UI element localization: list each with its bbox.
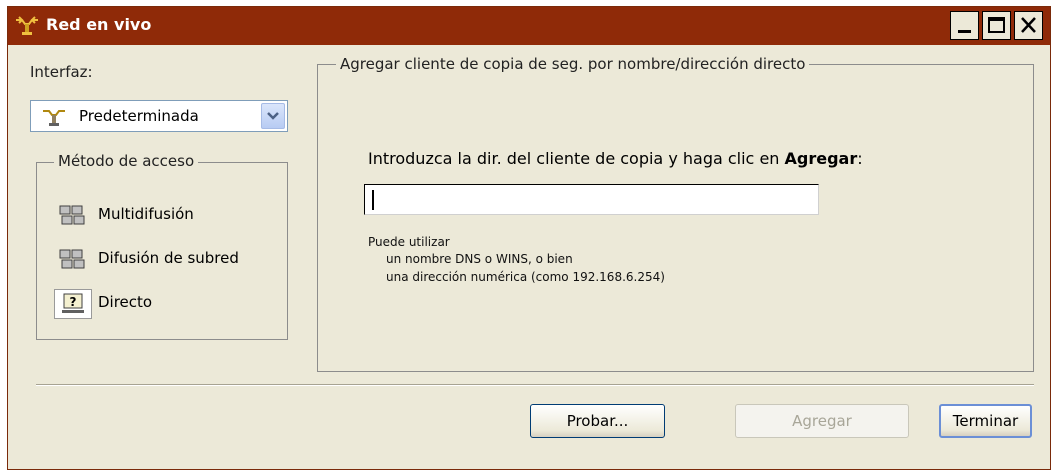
- close-button[interactable]: [1014, 11, 1043, 40]
- title-bar[interactable]: Red en vivo: [8, 7, 1050, 45]
- hint-line: Puede utilizar: [368, 235, 450, 249]
- maximize-button[interactable]: [982, 11, 1011, 40]
- direct-client-legend: Agregar cliente de copia de seg. por nom…: [336, 55, 810, 73]
- network-adapter-icon: [16, 16, 38, 35]
- method-item-multidifusion[interactable]: Multidifusión: [54, 201, 274, 231]
- minimize-icon: [958, 30, 971, 33]
- finish-button[interactable]: Terminar: [939, 404, 1032, 438]
- window-title: Red en vivo: [46, 15, 152, 34]
- interface-label: Interfaz:: [30, 63, 93, 81]
- method-item-label: Multidifusión: [98, 205, 194, 223]
- instruction-text: Introduzca la dir. del cliente de copia …: [368, 149, 863, 168]
- interface-select[interactable]: Predeterminada: [30, 100, 288, 132]
- access-method-legend: Método de acceso: [54, 152, 199, 170]
- svg-text:?: ?: [70, 295, 77, 309]
- text-caret: [372, 190, 374, 210]
- separator: [36, 384, 1034, 386]
- dropdown-button[interactable]: [261, 103, 285, 129]
- close-icon: [1021, 17, 1036, 33]
- network-adapter-icon: [43, 110, 65, 126]
- minimize-button[interactable]: [950, 11, 979, 40]
- interface-select-value: Predeterminada: [79, 107, 199, 125]
- method-item-difusion-subred[interactable]: Difusión de subred: [54, 245, 274, 275]
- method-item-directo[interactable]: ? Directo: [54, 289, 274, 319]
- add-button[interactable]: Agregar: [735, 404, 909, 438]
- hint-line: una dirección numérica (como 192.168.6.2…: [386, 270, 665, 284]
- chevron-down-icon: [267, 112, 279, 120]
- method-item-label: Directo: [98, 293, 153, 311]
- client-address-input[interactable]: [364, 184, 819, 215]
- direct-client-group: [317, 64, 1034, 372]
- computers-icon: [59, 249, 85, 269]
- computers-icon: [59, 205, 85, 225]
- method-item-label: Difusión de subred: [98, 249, 239, 267]
- maximize-icon: [988, 17, 1005, 33]
- question-computer-icon: ?: [62, 293, 84, 313]
- test-button[interactable]: Probar...: [530, 404, 665, 438]
- hint-line: un nombre DNS o WINS, o bien: [386, 252, 573, 266]
